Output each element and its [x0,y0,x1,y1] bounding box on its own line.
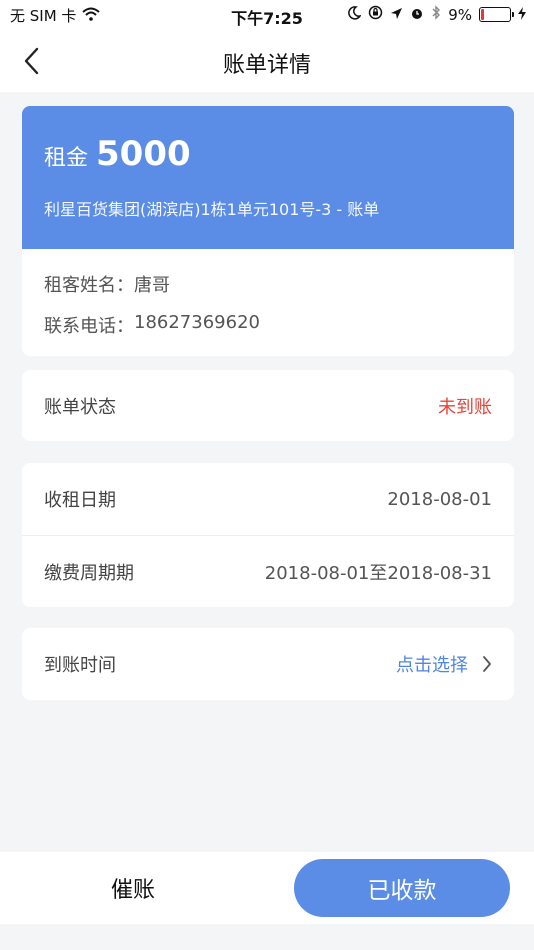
page-title: 账单详情 [222,53,311,78]
tenant-phone-label: 联系电话： [44,316,134,337]
tenant-name-label: 租客姓名： [44,275,134,296]
payment-period-label: 缴费周期期 [44,562,134,584]
payment-period-value: 2018-08-01至2018-08-31 [264,562,492,584]
rent-card: 租金 5000 利星百货集团(湖滨店)1栋1单元101号-3 - 账单 租客姓名… [22,106,514,356]
chevron-right-icon [483,656,491,672]
tenant-phone-row: 联系电话： 18627369620 [44,312,492,353]
tenant-phone[interactable]: 18627369620 [134,312,260,353]
battery-percent: 9% [448,5,472,24]
collection-date-value: 2018-08-01 [387,488,492,510]
arrival-time-selector[interactable]: 点击选择 [396,651,492,677]
payment-received-button[interactable]: 已收款 [294,859,510,917]
bottom-spacer [0,924,534,950]
remind-payment-button[interactable]: 催账 [60,868,206,908]
bluetooth-icon [431,5,441,24]
property-address: 利星百货集团(湖滨店)1栋1单元101号-3 - 账单 [44,200,380,219]
navigation-bar: 账单详情 [0,30,534,92]
arrival-time-label: 到账时间 [44,655,116,676]
arrival-time-card[interactable]: 到账时间 点击选择 [22,628,514,700]
rent-header: 租金 5000 利星百货集团(湖滨店)1栋1单元101号-3 - 账单 [22,106,514,249]
bill-status-label: 账单状态 [44,396,116,418]
tenant-name-row: 租客姓名： 唐哥 [44,271,492,312]
charging-icon [518,6,526,24]
battery-level-fill [481,9,485,20]
rent-amount: 5000 [96,134,191,174]
arrival-time-value[interactable]: 点击选择 [396,651,468,677]
status-bar: 无 SIM 卡 下午7:25 9% [0,0,534,30]
tenant-info: 租客姓名： 唐哥 联系电话： 18627369620 [22,249,514,353]
moon-icon [347,5,362,24]
alarm-icon [410,6,424,24]
dates-card: 收租日期 2018-08-01 缴费周期期 2018-08-01至2018-08… [22,463,514,607]
collection-date-row: 收租日期 2018-08-01 [22,463,514,535]
battery-icon [479,7,514,22]
status-bar-right: 9% [347,5,526,24]
location-icon [390,6,403,24]
payment-period-row: 缴费周期期 2018-08-01至2018-08-31 [22,535,514,607]
status-badge: 未到账 [438,396,492,418]
bottom-action-bar: 催账 已收款 [0,852,534,924]
rent-label: 租金 [44,146,89,171]
tenant-name: 唐哥 [134,275,170,296]
bill-status-card: 账单状态 未到账 [22,370,514,441]
rent-amount-line: 租金 5000 [44,134,492,174]
collection-date-label: 收租日期 [44,490,116,511]
rotation-lock-icon [368,5,383,24]
